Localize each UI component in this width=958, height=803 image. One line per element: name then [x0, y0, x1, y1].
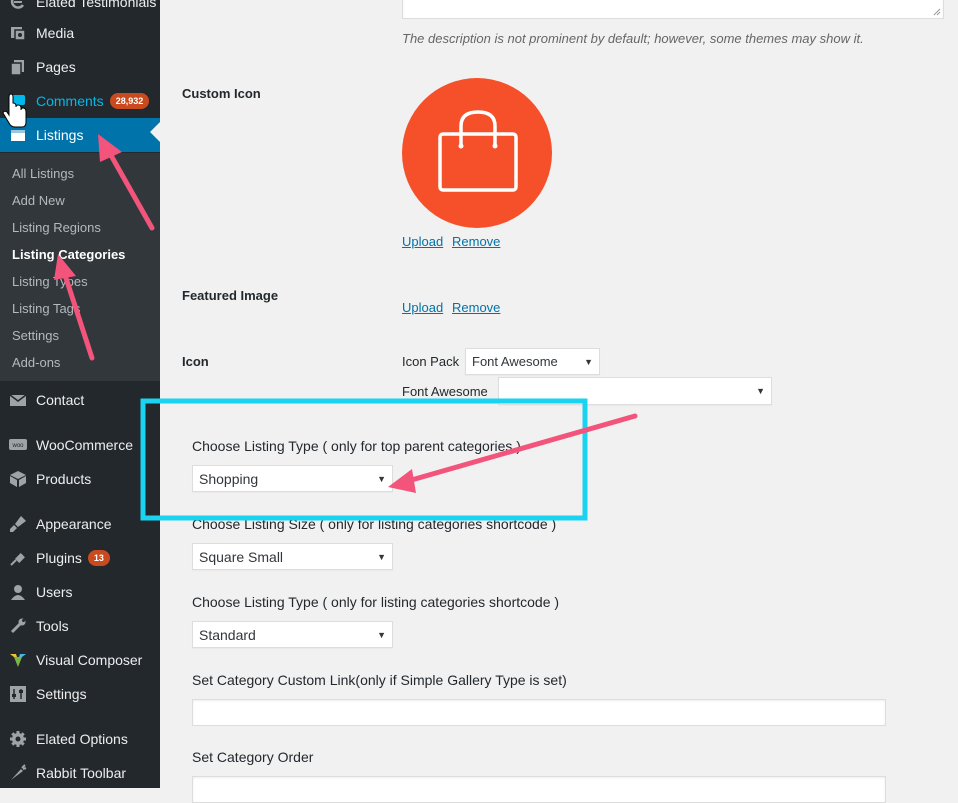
custom-icon-upload-link[interactable]: Upload: [402, 234, 443, 249]
elated-icon: [8, 0, 28, 12]
listing-size-label: Choose Listing Size ( only for listing c…: [192, 516, 557, 532]
featured-image-label: Featured Image: [182, 288, 279, 303]
custom-link-input[interactable]: [192, 699, 886, 726]
listing-type-top-label: Choose Listing Type ( only for top paren…: [192, 438, 521, 454]
products-icon: [8, 469, 28, 489]
submenu-item-all-listings[interactable]: All Listings: [12, 166, 74, 181]
menu-item-visual-composer[interactable]: Visual Composer: [0, 643, 160, 677]
listings-icon: [8, 125, 28, 145]
plugin-icon: [8, 548, 28, 568]
icon-label: Icon: [182, 354, 209, 369]
menu-item-plugins[interactable]: Plugins 13: [0, 541, 160, 575]
woo-icon: woo: [8, 435, 28, 455]
resize-handle-icon[interactable]: [933, 8, 941, 16]
submenu-item-listing-tags[interactable]: Listing Tags: [12, 301, 80, 316]
submenu-item-add-ons[interactable]: Add-ons: [12, 355, 60, 370]
menu-item-woocommerce[interactable]: woo WooCommerce: [0, 428, 160, 462]
listing-type-top-select[interactable]: Shopping ▼: [192, 465, 393, 492]
custom-link-label: Set Category Custom Link(only if Simple …: [192, 672, 567, 688]
submenu-item-listing-categories[interactable]: Listing Categories: [12, 247, 125, 262]
gear-icon: [8, 729, 28, 749]
admin-sidebar: Elated Testimonials Media Pages Comments…: [0, 0, 160, 788]
description-note: The description is not prominent by defa…: [402, 31, 864, 46]
edit-category-form: The description is not prominent by defa…: [160, 0, 958, 803]
comments-count-badge: 28,932: [109, 93, 150, 109]
submenu-item-settings[interactable]: Settings: [12, 328, 59, 343]
category-order-input[interactable]: [192, 776, 886, 803]
menu-item-listings[interactable]: Listings: [0, 118, 160, 152]
submenu-item-listing-types[interactable]: Listing Types: [12, 274, 88, 289]
menu-item-contact[interactable]: Contact: [0, 383, 160, 417]
comments-icon: [8, 91, 28, 111]
listing-type-shortcode-select[interactable]: Standard ▼: [192, 621, 393, 648]
chevron-down-icon: ▼: [377, 473, 386, 484]
svg-text:woo: woo: [11, 443, 24, 449]
font-awesome-select[interactable]: ▼: [498, 377, 772, 405]
menu-item-pages[interactable]: Pages: [0, 50, 160, 84]
description-textarea[interactable]: [402, 0, 944, 19]
menu-item-appearance[interactable]: Appearance: [0, 507, 160, 541]
submenu-item-listing-regions[interactable]: Listing Regions: [12, 220, 101, 235]
carrot-icon: [8, 763, 28, 783]
plugins-update-badge: 13: [87, 550, 110, 566]
menu-item-users[interactable]: Users: [0, 575, 160, 609]
featured-image-upload-link[interactable]: Upload: [402, 300, 443, 315]
icon-pack-label: Icon Pack: [402, 354, 460, 369]
menu-item-products[interactable]: Products: [0, 462, 160, 496]
submenu-item-add-new[interactable]: Add New: [12, 193, 65, 208]
pages-icon: [8, 57, 28, 77]
menu-item-media[interactable]: Media: [0, 16, 160, 50]
chevron-down-icon: ▼: [584, 356, 593, 367]
media-icon: [8, 23, 28, 43]
menu-item-comments[interactable]: Comments 28,932: [0, 84, 160, 118]
menu-item-rabbit-toolbar[interactable]: Rabbit Toolbar: [0, 756, 160, 790]
mail-icon: [8, 390, 28, 410]
wrench-icon: [8, 616, 28, 636]
listings-submenu: All Listings Add New Listing Regions Lis…: [0, 153, 160, 381]
custom-icon-label: Custom Icon: [182, 86, 261, 101]
category-order-label: Set Category Order: [192, 749, 314, 765]
listing-type-shortcode-label: Choose Listing Type ( only for listing c…: [192, 594, 560, 610]
icon-pack-select[interactable]: Font Awesome ▼: [465, 348, 600, 375]
vc-icon: [8, 650, 28, 670]
menu-item-elated-options[interactable]: Elated Options: [0, 722, 160, 756]
chevron-down-icon: ▼: [756, 386, 765, 396]
listing-size-select[interactable]: Square Small ▼: [192, 543, 393, 570]
chevron-down-icon: ▼: [377, 551, 386, 562]
brush-icon: [8, 514, 28, 534]
font-awesome-label: Font Awesome: [402, 384, 488, 399]
custom-icon-preview: [402, 78, 552, 228]
menu-item-settings[interactable]: Settings: [0, 677, 160, 711]
shopping-bag-icon: [438, 110, 518, 192]
menu-item-tools[interactable]: Tools: [0, 609, 160, 643]
chevron-down-icon: ▼: [377, 629, 386, 640]
settings-icon: [8, 684, 28, 704]
users-icon: [8, 582, 28, 602]
custom-icon-remove-link[interactable]: Remove: [452, 234, 500, 249]
featured-image-remove-link[interactable]: Remove: [452, 300, 500, 315]
current-menu-pointer: [150, 122, 160, 142]
